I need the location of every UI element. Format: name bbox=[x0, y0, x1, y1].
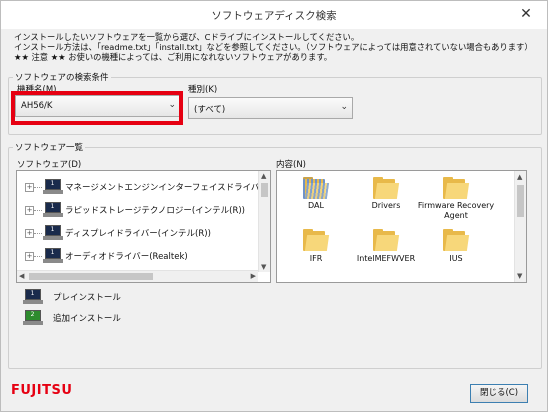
close-icon[interactable]: ✕ bbox=[515, 5, 537, 23]
content-panel[interactable]: DAL Drivers Firmware Recovery Agent IFR bbox=[276, 170, 527, 283]
folder-name: Firmware Recovery Agent bbox=[417, 201, 495, 220]
software-disk-search-window: ソフトウェアディスク検索 ✕ インストールしたいソフトウェアを一覧から選び、Cド… bbox=[0, 0, 548, 412]
additional-pc-icon: 2 bbox=[23, 310, 43, 325]
expand-icon[interactable]: + bbox=[25, 206, 34, 215]
folder-name: IFR bbox=[309, 254, 323, 263]
type-label: 種別(K) bbox=[188, 85, 218, 95]
expand-icon[interactable]: + bbox=[25, 229, 34, 238]
close-button[interactable]: 閉じる(C) bbox=[470, 384, 528, 403]
scroll-up-icon[interactable]: ▲ bbox=[261, 172, 266, 180]
tree-horizontal-scrollbar[interactable]: ◀ ▶ bbox=[17, 270, 258, 282]
type-select[interactable]: (すべて) ⌄ bbox=[188, 97, 353, 119]
preinstall-pc-icon: 1 bbox=[43, 202, 63, 217]
folder-name: IntelMEFWVER bbox=[356, 254, 416, 263]
scroll-thumb[interactable] bbox=[29, 273, 153, 280]
folder-icon bbox=[443, 177, 470, 199]
preinstall-pc-icon: 1 bbox=[43, 179, 63, 194]
content-label: 内容(N) bbox=[276, 160, 306, 170]
chevron-down-icon: ⌄ bbox=[340, 102, 348, 112]
preinstall-pc-icon: 1 bbox=[43, 248, 63, 263]
scroll-thumb[interactable] bbox=[261, 183, 268, 197]
tree-item-label: ディスプレイドライバー(インテル(R)) bbox=[65, 229, 211, 239]
tree-item-label: ラピッドストレージテクノロジー(インテル(R)) bbox=[65, 206, 245, 216]
tree-item-label: マネージメントエンジンインターフェイスドライバー( bbox=[65, 183, 271, 193]
scroll-up-icon[interactable]: ▲ bbox=[517, 173, 522, 181]
folder-name: Drivers bbox=[371, 201, 401, 210]
highlight-annotation bbox=[11, 91, 183, 125]
scroll-thumb[interactable] bbox=[517, 185, 524, 217]
tree-vertical-scrollbar[interactable]: ▲ ▼ bbox=[258, 171, 270, 272]
folder-name: IUS bbox=[449, 254, 463, 263]
tree-item-label: オーディオドライバー(Realtek) bbox=[65, 252, 188, 262]
folder-name: DAL bbox=[308, 201, 324, 210]
type-value: (すべて) bbox=[194, 105, 226, 115]
scroll-down-icon[interactable]: ▼ bbox=[261, 263, 266, 271]
preinstall-pc-icon: 1 bbox=[43, 225, 63, 240]
expand-icon[interactable]: + bbox=[25, 183, 34, 192]
expand-icon[interactable]: + bbox=[25, 252, 34, 261]
search-conditions-label: ソフトウェアの検索条件 bbox=[13, 71, 111, 83]
software-list-label: ソフトウェア一覧 bbox=[13, 141, 86, 153]
title-bar: ソフトウェアディスク検索 ✕ bbox=[1, 1, 547, 29]
content-vertical-scrollbar[interactable]: ▲ ▼ bbox=[514, 171, 526, 282]
preinstall-label: プレインストール bbox=[53, 293, 121, 303]
scroll-right-icon[interactable]: ▶ bbox=[251, 272, 256, 280]
folder-icon bbox=[443, 229, 470, 251]
software-label: ソフトウェア(D) bbox=[17, 160, 82, 170]
folder-icon bbox=[303, 229, 330, 251]
software-tree[interactable]: + 1 マネージメントエンジンインターフェイスドライバー( + 1 ラピッドスト… bbox=[16, 170, 271, 283]
window-title: ソフトウェアディスク検索 bbox=[211, 10, 337, 22]
fujitsu-logo: FUJITSU bbox=[11, 383, 73, 398]
caution-text: ★★ 注意 ★★ お使いの機種によっては、ご利用になれないソフトウェアがあります… bbox=[14, 52, 333, 62]
folder-icon bbox=[373, 229, 400, 251]
scroll-left-icon[interactable]: ◀ bbox=[19, 272, 24, 280]
folder-striped-icon bbox=[303, 177, 330, 199]
folder-icon bbox=[373, 177, 400, 199]
preinstall-pc-icon: 1 bbox=[23, 289, 43, 304]
scroll-down-icon[interactable]: ▼ bbox=[517, 272, 522, 280]
additional-label: 追加インストール bbox=[53, 314, 121, 324]
